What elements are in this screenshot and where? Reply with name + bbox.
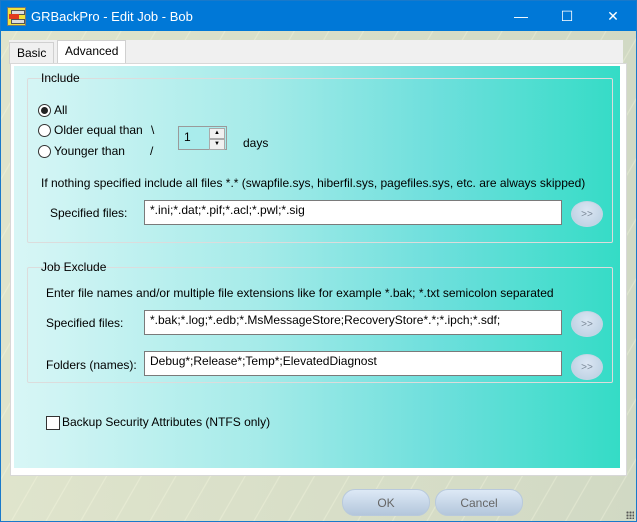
include-specified-files-label: Specified files: [50,206,128,220]
bracket-bottom: / [150,144,154,158]
app-icon [7,7,26,26]
maximize-button[interactable]: ☐ [544,1,590,31]
spin-up-button[interactable]: ▲ [209,128,225,139]
days-value[interactable]: 1 [184,130,191,144]
exclude-group-label: Job Exclude [41,260,107,274]
radio-younger[interactable] [38,145,51,158]
tab-basic[interactable]: Basic [9,42,55,64]
maximize-icon: ☐ [560,7,574,24]
radio-all[interactable] [38,104,51,117]
radio-older-equal[interactable] [38,124,51,137]
radio-younger-label: Younger than [54,144,125,158]
close-icon: ✕ [607,7,619,24]
include-specified-files-input[interactable]: *.ini;*.dat;*.pif;*.acl;*.pwl;*.sig [144,200,562,225]
minimize-button[interactable]: — [498,1,544,31]
exclude-specified-files-label: Specified files: [46,316,124,330]
arrow-down-icon: ▼ [214,141,220,147]
arrow-up-icon: ▲ [214,130,220,136]
folders-label: Folders (names): [46,358,137,372]
cancel-button[interactable]: Cancel [435,489,523,516]
exclude-specified-files-input[interactable]: *.bak;*.log;*.edb;*.MsMessageStore;Recov… [144,310,562,335]
ok-button[interactable]: OK [342,489,430,516]
folders-input[interactable]: Debug*;Release*;Temp*;ElevatedDiagnost [144,351,562,376]
window-title: GRBackPro - Edit Job - Bob [31,9,193,24]
edit-job-window: GRBackPro - Edit Job - Bob — ☐ ✕ Basic A… [0,0,637,522]
radio-all-label: All [54,103,68,117]
exclude-info-text: Enter file names and/or multiple file ex… [46,286,554,300]
ok-label: OK [377,495,395,510]
tab-advanced[interactable]: Advanced [57,40,127,65]
exclude-files-browse-button[interactable]: >> [571,311,603,337]
backup-security-checkbox[interactable] [46,416,60,430]
include-group-label: Include [41,71,80,85]
include-info-text: If nothing specified include all files *… [41,176,586,190]
close-button[interactable]: ✕ [590,1,636,31]
panel-background: Include All Older equal than \ Younger t… [14,66,620,468]
cancel-label: Cancel [460,495,498,510]
folders-browse-button[interactable]: >> [571,354,603,380]
resize-grip[interactable] [626,511,634,519]
days-label: days [243,136,269,150]
spin-down-button[interactable]: ▼ [209,139,225,150]
title-bar: GRBackPro - Edit Job - Bob — ☐ ✕ [1,1,636,31]
backup-security-label: Backup Security Attributes (NTFS only) [62,415,271,429]
minimize-icon: — [514,8,528,24]
advanced-tab-panel: Include All Older equal than \ Younger t… [10,63,627,476]
browse-icon: >> [581,208,593,220]
browse-icon: >> [581,318,593,330]
bracket-top: \ [151,123,155,137]
radio-older-equal-label: Older equal than [54,123,143,137]
days-spinner[interactable]: 1 ▲ ▼ [178,126,227,150]
tab-basic-label: Basic [17,46,47,60]
include-browse-button[interactable]: >> [571,201,603,227]
tab-advanced-label: Advanced [65,44,119,58]
browse-icon: >> [581,361,593,373]
